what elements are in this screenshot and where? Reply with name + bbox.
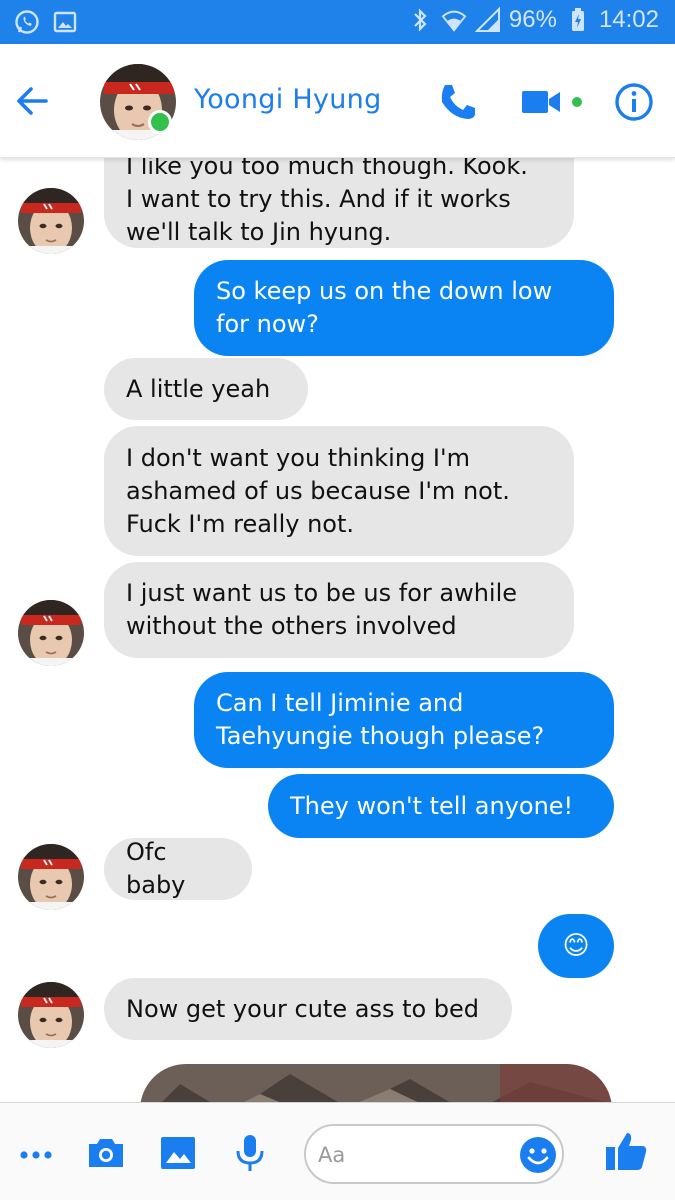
- like-button[interactable]: [602, 1127, 650, 1175]
- message-text: I like you too much though. Kook. I want…: [126, 158, 528, 246]
- back-button[interactable]: [12, 81, 52, 121]
- wifi-icon: [441, 7, 467, 33]
- message-bubble-incoming[interactable]: A little yeah: [104, 358, 308, 420]
- avatar[interactable]: [18, 188, 84, 254]
- online-indicator: [148, 110, 172, 134]
- image-icon: [52, 9, 78, 35]
- avatar[interactable]: [18, 982, 84, 1048]
- conversation-header: Yoongi Hyung: [0, 44, 675, 158]
- message-bubble-outgoing[interactable]: 😊: [538, 914, 614, 978]
- thumbs-up-icon: [606, 1133, 647, 1170]
- message-bubble-incoming[interactable]: I don't want you thinking I'm ashamed of…: [104, 426, 574, 556]
- signal-icon: [474, 7, 501, 33]
- message-text: They won't tell anyone!: [290, 791, 574, 820]
- video-call-button[interactable]: [520, 80, 564, 124]
- message-composer: [0, 1102, 675, 1200]
- message-text: A little yeah: [126, 374, 271, 403]
- more-icon: [20, 1151, 52, 1159]
- clock: 14:02: [598, 6, 659, 33]
- message-text: So keep us on the down low for now?: [216, 277, 553, 338]
- message-bubble-incoming[interactable]: I just want us to be us for awhile witho…: [104, 562, 574, 658]
- camera-icon: [89, 1139, 123, 1167]
- message-bubble-outgoing[interactable]: They won't tell anyone!: [268, 774, 614, 838]
- back-arrow-icon: [17, 87, 48, 115]
- message-bubble-incoming[interactable]: Ofc baby: [104, 838, 252, 900]
- info-button[interactable]: [612, 80, 656, 124]
- message-bubble-outgoing[interactable]: Can I tell Jiminie and Taehyungie though…: [194, 672, 614, 768]
- avatar[interactable]: [18, 600, 84, 666]
- phone-icon: [441, 85, 475, 119]
- message-text: Now get your cute ass to bed: [126, 994, 480, 1023]
- avatar[interactable]: [18, 844, 84, 910]
- gallery-icon: [161, 1137, 195, 1169]
- microphone-icon: [236, 1135, 264, 1171]
- video-online-indicator: [572, 97, 582, 107]
- message-bubble-outgoing[interactable]: So keep us on the down low for now?: [194, 260, 614, 356]
- voice-call-button[interactable]: [436, 80, 480, 124]
- more-button[interactable]: [14, 1131, 58, 1175]
- bluetooth-icon: [407, 7, 433, 33]
- status-bar: 96% 14:02: [0, 0, 675, 44]
- whatsapp-icon: [14, 9, 40, 35]
- info-icon: [615, 83, 653, 121]
- contact-name[interactable]: Yoongi Hyung: [194, 84, 382, 115]
- message-text: Ofc baby: [126, 838, 186, 899]
- message-input-container[interactable]: [304, 1124, 564, 1184]
- gallery-button[interactable]: [156, 1131, 200, 1175]
- message-bubble-incoming[interactable]: I like you too much though. Kook. I want…: [104, 158, 574, 248]
- message-bubble-incoming[interactable]: Now get your cute ass to bed: [104, 978, 512, 1040]
- emoji-icon[interactable]: [518, 1135, 558, 1175]
- message-text: Can I tell Jiminie and Taehyungie though…: [216, 689, 545, 750]
- camera-button[interactable]: [84, 1131, 128, 1175]
- message-list[interactable]: I like you too much though. Kook. I want…: [0, 158, 675, 1102]
- photo-attachment[interactable]: [140, 1064, 612, 1102]
- message-text: I don't want you thinking I'm ashamed of…: [126, 443, 510, 538]
- message-text: I just want us to be us for awhile witho…: [126, 579, 518, 640]
- voice-clip-button[interactable]: [228, 1131, 272, 1175]
- battery-icon: [565, 7, 591, 33]
- video-camera-icon: [522, 91, 560, 113]
- battery-percent: 96%: [508, 6, 557, 33]
- message-text: 😊: [562, 930, 590, 961]
- message-input[interactable]: [318, 1140, 508, 1170]
